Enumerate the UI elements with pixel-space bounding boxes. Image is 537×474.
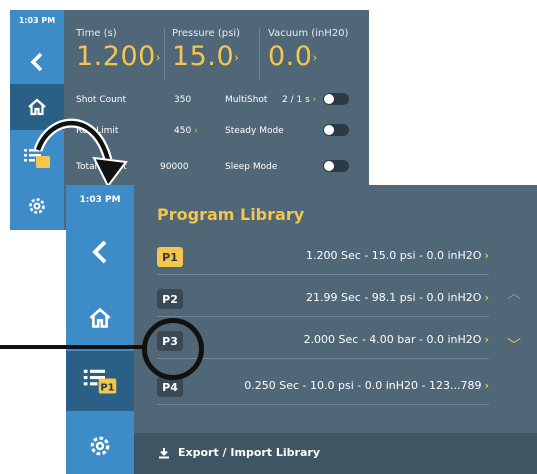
scroll-up-icon[interactable]: ︿ bbox=[507, 283, 521, 303]
chevron-right-icon: › bbox=[484, 291, 489, 304]
chevron-right-icon: › bbox=[155, 50, 162, 65]
chevron-right-icon: › bbox=[234, 50, 240, 65]
home-button[interactable] bbox=[66, 291, 134, 345]
chevron-right-icon: › bbox=[194, 126, 198, 136]
program-description: 21.99 Sec - 98.1 psi - 0.0 inH2O bbox=[306, 291, 482, 304]
pressure-readout[interactable]: Pressure (psi) 15.0› bbox=[172, 28, 240, 72]
run-limit-label: Run Limit bbox=[76, 126, 119, 136]
sleep-mode-label: Sleep Mode bbox=[225, 162, 278, 172]
library-footer: Export / Import Library bbox=[134, 433, 537, 474]
scroll-down-icon[interactable]: ﹀ bbox=[507, 335, 521, 355]
library-sidebar: 1:03 PM P1 bbox=[66, 185, 134, 474]
chevron-right-icon: › bbox=[484, 249, 489, 262]
back-button[interactable] bbox=[10, 40, 64, 84]
home-button[interactable] bbox=[10, 84, 64, 130]
gear-icon bbox=[29, 198, 45, 214]
program-row-p2[interactable]: P2 21.99 Sec - 98.1 psi - 0.0 inH2O › bbox=[157, 281, 489, 317]
chevron-right-icon: › bbox=[312, 50, 318, 65]
program-list-icon: P1 bbox=[83, 369, 117, 394]
program-description: 0.250 Sec - 10.0 psi - 0.0 inH20 - 123..… bbox=[244, 379, 482, 392]
callout-ring bbox=[142, 318, 204, 380]
program-row-p1[interactable]: P1 1.200 Sec - 15.0 psi - 0.0 inH2O › bbox=[157, 239, 489, 275]
program-row-p4[interactable]: P4 0.250 Sec - 10.0 psi - 0.0 inH20 - 12… bbox=[157, 369, 489, 405]
program-library-button[interactable]: P1 bbox=[66, 351, 134, 411]
chevron-right-icon: › bbox=[312, 95, 317, 105]
steady-mode-label: Steady Mode bbox=[225, 126, 284, 136]
sleep-mode-toggle[interactable] bbox=[323, 160, 349, 172]
multishot-value[interactable]: 2 / 1 s › bbox=[282, 95, 316, 105]
divider bbox=[259, 28, 260, 80]
chevron-right-icon: › bbox=[484, 333, 489, 346]
total-count-value: 90000 bbox=[160, 162, 189, 172]
program-badge: P4 bbox=[157, 377, 183, 397]
steady-mode-toggle[interactable] bbox=[323, 124, 349, 136]
program-description: 1.200 Sec - 15.0 psi - 0.0 inH2O bbox=[306, 249, 482, 262]
time-readout[interactable]: Time (s) 1.200› bbox=[76, 28, 161, 72]
settings-button[interactable] bbox=[10, 184, 64, 228]
vacuum-readout[interactable]: Vacuum (inH20) 0.0› bbox=[268, 28, 348, 72]
library-screen: 1:03 PM P1 Program Library P1 1.200 Sec … bbox=[66, 185, 537, 474]
home-icon bbox=[89, 307, 111, 328]
back-chevron-icon bbox=[92, 240, 107, 264]
export-import-label: Export / Import Library bbox=[178, 446, 320, 459]
svg-text:P1: P1 bbox=[100, 382, 114, 393]
clock: 1:03 PM bbox=[79, 195, 121, 205]
shot-count-label: Shot Count bbox=[76, 95, 127, 105]
run-limit-value[interactable]: 450 › bbox=[174, 126, 198, 136]
home-sidebar: 1:03 PM bbox=[10, 10, 64, 230]
home-icon bbox=[28, 98, 46, 116]
total-count-label: Total Count bbox=[76, 162, 127, 172]
export-import-button[interactable]: Export / Import Library bbox=[158, 446, 320, 459]
page-title: Program Library bbox=[157, 205, 305, 224]
program-badge: P1 bbox=[157, 247, 183, 267]
gear-icon bbox=[90, 436, 110, 456]
program-description: 2.000 Sec - 4.00 bar - 0.0 inH2O bbox=[303, 333, 482, 346]
clock: 1:03 PM bbox=[18, 16, 56, 25]
multishot-label: MultiShot bbox=[225, 95, 268, 105]
multishot-toggle[interactable] bbox=[323, 93, 349, 105]
settings-button[interactable] bbox=[66, 421, 134, 471]
shot-count-value: 350 bbox=[174, 95, 192, 105]
program-library-button[interactable] bbox=[10, 136, 64, 180]
divider bbox=[164, 28, 165, 80]
callout-line bbox=[0, 345, 144, 349]
program-list-icon bbox=[24, 149, 50, 168]
program-badge: P2 bbox=[157, 289, 183, 309]
chevron-right-icon: › bbox=[484, 379, 489, 392]
back-chevron-icon bbox=[30, 52, 43, 72]
download-icon bbox=[159, 447, 169, 458]
program-row-p3[interactable]: P3 2.000 Sec - 4.00 bar - 0.0 inH2O › bbox=[157, 323, 489, 359]
back-button[interactable] bbox=[66, 225, 134, 279]
